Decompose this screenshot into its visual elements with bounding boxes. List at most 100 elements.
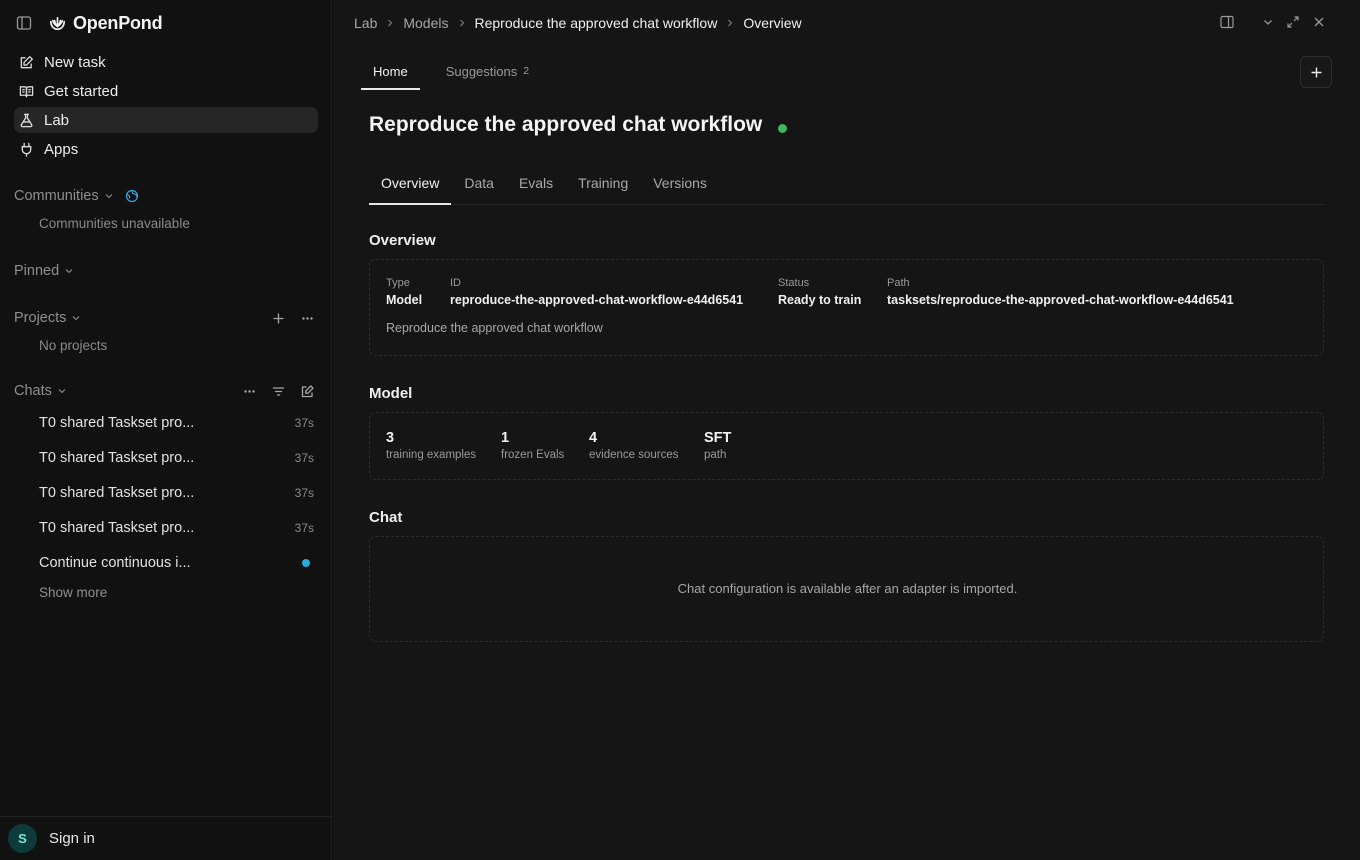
tab-training[interactable]: Training <box>566 164 640 205</box>
unread-indicator <box>302 559 310 567</box>
nav-get-started[interactable]: Get started <box>14 78 318 104</box>
path-field: Path tasksets/reproduce-the-approved-cha… <box>887 277 1234 307</box>
add-project-icon[interactable] <box>272 312 285 325</box>
chat-title: T0 shared Taskset pro... <box>39 415 195 431</box>
more-icon[interactable] <box>301 312 314 325</box>
split-panel-icon[interactable] <box>1220 15 1234 29</box>
stat-value: SFT <box>704 430 732 446</box>
breadcrumb-current: Overview <box>743 15 802 31</box>
more-icon[interactable] <box>243 385 256 398</box>
tab-suggestions[interactable]: Suggestions 2 <box>434 56 541 90</box>
chats-header[interactable]: Chats <box>14 383 67 399</box>
chevron-down-icon <box>64 266 74 276</box>
chats-label: Chats <box>14 383 52 399</box>
flask-icon <box>19 113 34 128</box>
chat-list-item[interactable]: T0 shared Taskset pro... 37s <box>39 482 317 504</box>
field-label: Path <box>887 277 910 289</box>
window-controls <box>1210 15 1360 31</box>
status-field: Status Ready to train <box>778 277 861 307</box>
logo[interactable]: OpenPond <box>48 12 163 34</box>
tab-data[interactable]: Data <box>452 164 506 205</box>
chat-title: T0 shared Taskset pro... <box>39 485 195 501</box>
tab-versions[interactable]: Versions <box>641 164 719 205</box>
tab-overview[interactable]: Overview <box>369 164 452 205</box>
stat-evidence-sources: 4 evidence sources <box>589 430 679 461</box>
projects-actions <box>272 312 314 325</box>
field-value: Ready to train <box>778 293 862 307</box>
add-button[interactable] <box>1300 56 1332 88</box>
chevron-right-icon <box>726 19 734 27</box>
stat-label: frozen Evals <box>501 449 565 461</box>
chats-actions <box>243 385 314 398</box>
chat-heading: Chat <box>369 509 403 526</box>
openpond-logo-icon <box>48 14 67 33</box>
communities-header[interactable]: Communities <box>14 188 139 204</box>
section-tabs: Overview Data Evals Training Versions <box>369 164 1324 205</box>
stat-value: 4 <box>589 430 598 446</box>
nav-label: Get started <box>44 82 119 100</box>
overview-heading: Overview <box>369 232 436 249</box>
chat-empty-message: Chat configuration is available after an… <box>677 581 1018 596</box>
projects-header[interactable]: Projects <box>14 310 81 326</box>
plus-icon <box>1311 67 1321 77</box>
nav-lab[interactable]: Lab <box>14 107 318 133</box>
book-icon <box>19 84 34 99</box>
stat-training-examples: 3 training examples <box>386 430 476 461</box>
nav-new-task[interactable]: New task <box>14 49 318 75</box>
chevron-right-icon <box>386 19 394 27</box>
filter-icon[interactable] <box>272 385 285 398</box>
chevron-down-icon[interactable] <box>1261 15 1275 29</box>
field-label: Type <box>386 277 410 289</box>
stat-value: 3 <box>386 430 395 446</box>
chat-list-item[interactable]: T0 shared Taskset pro... 37s <box>39 447 317 469</box>
plug-icon <box>19 142 34 157</box>
stat-value: 1 <box>501 430 510 446</box>
chat-time: 37s <box>294 486 314 500</box>
field-label: ID <box>450 277 461 289</box>
overview-description: Reproduce the approved chat workflow <box>386 321 603 335</box>
page-title: Reproduce the approved chat workflow <box>369 113 763 136</box>
show-more-link[interactable]: Show more <box>39 585 107 600</box>
stat-label: path <box>704 449 727 461</box>
field-value: reproduce-the-approved-chat-workflow-e44… <box>450 293 744 307</box>
tab-evals[interactable]: Evals <box>507 164 565 205</box>
edit-icon <box>19 55 34 70</box>
model-heading: Model <box>369 385 413 402</box>
nav-label: Lab <box>44 111 70 129</box>
expand-icon[interactable] <box>1286 15 1300 29</box>
top-bar: Lab Models Reproduce the approved chat w… <box>333 0 1360 46</box>
status-indicator <box>778 124 787 133</box>
breadcrumb-lab[interactable]: Lab <box>354 15 377 31</box>
stat-label: training examples <box>386 449 477 461</box>
chat-list-item[interactable]: T0 shared Taskset pro... 37s <box>39 517 317 539</box>
pinned-header[interactable]: Pinned <box>14 263 74 279</box>
chat-list-item[interactable]: T0 shared Taskset pro... 37s <box>39 412 317 434</box>
chat-time: 37s <box>294 416 314 430</box>
chat-time: 37s <box>294 451 314 465</box>
type-field: Type Model <box>386 277 422 307</box>
tab-home[interactable]: Home <box>361 56 420 90</box>
stat-path: SFT path <box>704 430 731 461</box>
breadcrumb-workflow[interactable]: Reproduce the approved chat workflow <box>475 15 718 31</box>
chat-title: Continue continuous i... <box>39 555 191 571</box>
chat-card: Chat configuration is available after an… <box>369 536 1324 642</box>
overview-card: Type Model ID reproduce-the-approved-cha… <box>369 259 1324 356</box>
chat-list-item[interactable]: Continue continuous i... <box>39 552 317 574</box>
field-label: Status <box>778 277 810 289</box>
breadcrumb-models[interactable]: Models <box>403 15 448 31</box>
nav-label: Apps <box>44 140 79 158</box>
avatar[interactable]: S <box>8 824 37 853</box>
nav-apps[interactable]: Apps <box>14 136 318 162</box>
new-chat-icon[interactable] <box>301 385 314 398</box>
field-value: Model <box>386 293 423 307</box>
stat-label: evidence sources <box>589 449 679 461</box>
chat-title: T0 shared Taskset pro... <box>39 450 195 466</box>
tab-label: Suggestions <box>445 64 518 79</box>
close-icon[interactable] <box>1312 15 1326 29</box>
pinned-label: Pinned <box>14 263 60 279</box>
sidebar-toggle-icon[interactable] <box>16 15 32 31</box>
sign-in-button[interactable]: Sign in <box>49 830 95 847</box>
chevron-down-icon <box>57 386 67 396</box>
sidebar-header: OpenPond <box>0 0 332 46</box>
communities-empty: Communities unavailable <box>39 216 190 231</box>
